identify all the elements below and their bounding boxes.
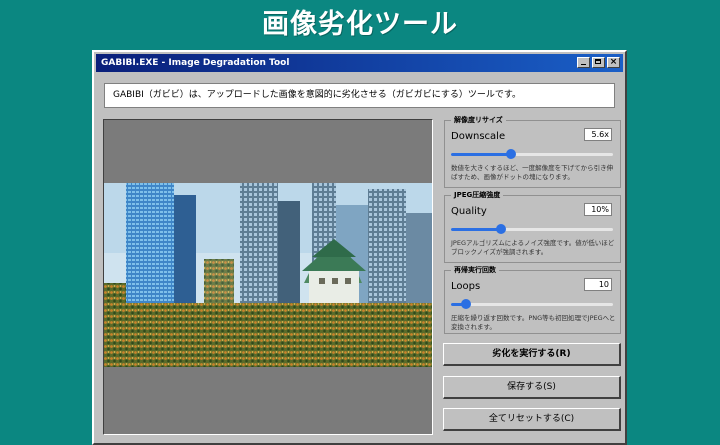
quality-description: JPEGアルゴリズムによるノイズ強度です。値が低いほどブロックノイズが強調されま… bbox=[451, 239, 615, 256]
loops-slider[interactable] bbox=[451, 299, 613, 309]
save-button[interactable]: 保存する(S) bbox=[443, 376, 621, 399]
window-titlebar[interactable]: GABIBI.EXE - Image Degradation Tool × bbox=[96, 54, 623, 72]
minimize-button[interactable] bbox=[577, 57, 590, 68]
quality-slider-fill bbox=[451, 228, 502, 231]
tool-description: GABIBI（ガビビ）は、アップロードした画像を意図的に劣化させる（ガビガビにす… bbox=[104, 83, 615, 108]
quality-value[interactable]: 10% bbox=[584, 203, 612, 216]
downscale-group: 解像度リサイズ Downscale 5.6x 数値を大きくするほど、一度解像度を… bbox=[444, 115, 621, 188]
quality-label: Quality bbox=[451, 206, 487, 217]
loops-label: Loops bbox=[451, 281, 481, 292]
reset-button[interactable]: 全てリセットする(C) bbox=[443, 408, 621, 431]
quality-group-title: JPEG圧縮強度 bbox=[451, 190, 504, 200]
loops-slider-thumb[interactable] bbox=[460, 299, 471, 309]
downscale-value[interactable]: 5.6x bbox=[584, 128, 612, 141]
window-title: GABIBI.EXE - Image Degradation Tool bbox=[101, 58, 290, 68]
downscale-slider[interactable] bbox=[451, 149, 613, 159]
downscale-slider-fill bbox=[451, 153, 511, 156]
app-window: GABIBI.EXE - Image Degradation Tool × GA… bbox=[92, 50, 627, 445]
loops-group-title: 再帰実行回数 bbox=[451, 265, 499, 275]
downscale-description: 数値を大きくするほど、一度解像度を下げてから引き伸ばすため、画像がドットの塊にな… bbox=[451, 164, 614, 181]
loops-value[interactable]: 10 bbox=[584, 278, 612, 291]
quality-slider-thumb[interactable] bbox=[496, 224, 507, 234]
downscale-slider-thumb[interactable] bbox=[505, 149, 516, 159]
loops-description: 圧縮を繰り返す回数です。PNG等も初回処理でJPEGへと変換されます。 bbox=[451, 314, 616, 331]
execute-button[interactable]: 劣化を実行する(R) bbox=[443, 343, 621, 366]
loops-group: 再帰実行回数 Loops 10 圧縮を繰り返す回数です。PNG等も初回処理でJP… bbox=[444, 265, 621, 334]
quality-group: JPEG圧縮強度 Quality 10% JPEGアルゴリズムによるノイズ強度で… bbox=[444, 190, 621, 263]
preview-image bbox=[104, 183, 432, 367]
page-title: 画像劣化ツール bbox=[262, 9, 458, 40]
quality-slider[interactable] bbox=[451, 224, 613, 234]
close-button[interactable]: × bbox=[607, 57, 620, 68]
maximize-button[interactable] bbox=[592, 57, 605, 68]
downscale-group-title: 解像度リサイズ bbox=[451, 115, 506, 125]
downscale-label: Downscale bbox=[451, 131, 506, 142]
image-preview bbox=[103, 119, 433, 435]
